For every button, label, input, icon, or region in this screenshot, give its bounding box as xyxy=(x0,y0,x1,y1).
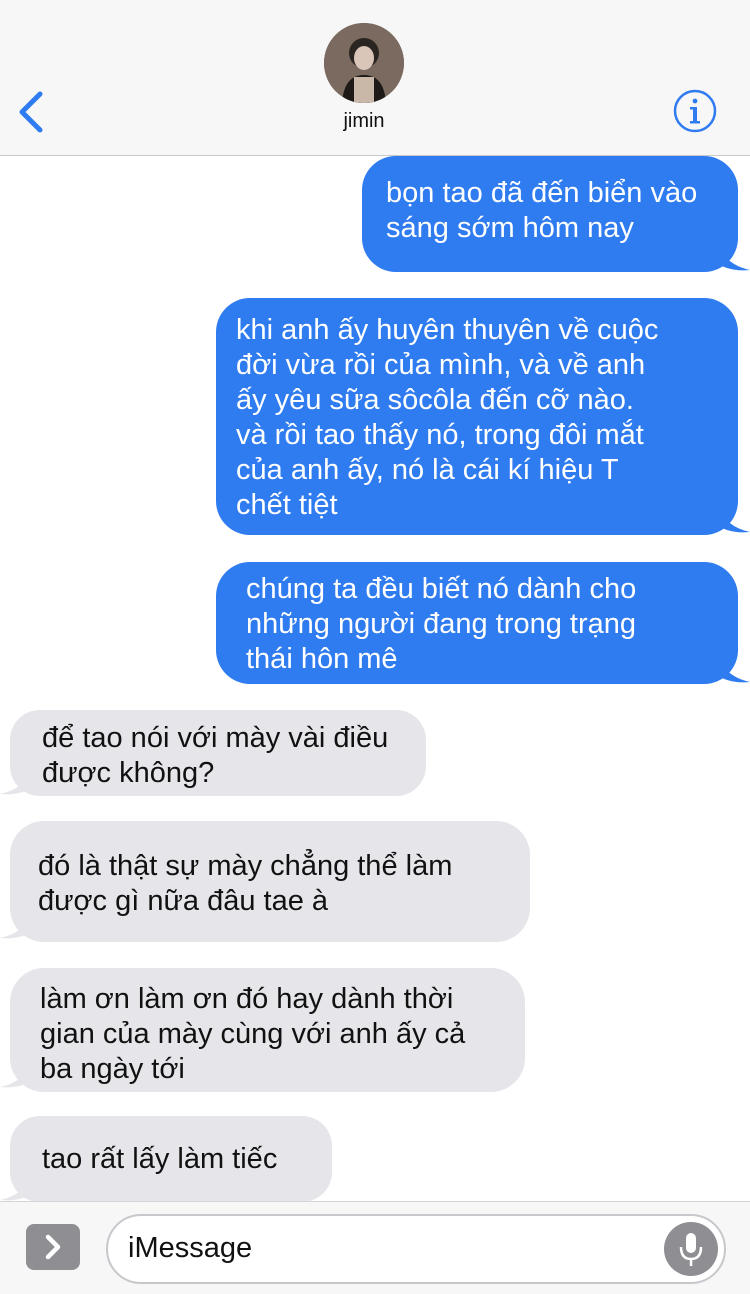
microphone-icon xyxy=(679,1233,703,1266)
message-text: để tao nói với mày vài điều được không? xyxy=(42,722,389,789)
chevron-right-icon xyxy=(45,1234,61,1260)
info-icon[interactable] xyxy=(672,88,718,134)
message-bubble[interactable]: bọn tao đã đến biển vào sáng sớm hôm nay xyxy=(362,156,738,272)
message-input[interactable]: iMessage xyxy=(106,1214,726,1284)
message-text: làm ơn làm ơn đó hay dành thời gian của … xyxy=(40,983,466,1085)
message-bubble[interactable]: làm ơn làm ơn đó hay dành thời gian của … xyxy=(10,968,525,1092)
message-bubble[interactable]: để tao nói với mày vài điều được không? xyxy=(10,710,426,796)
message-composer: iMessage xyxy=(0,1201,750,1294)
chevron-left-icon[interactable] xyxy=(12,88,52,136)
microphone-button[interactable] xyxy=(664,1222,718,1276)
contact-name[interactable]: jimin xyxy=(300,110,428,133)
message-bubble[interactable]: khi anh ấy huyên thuyên về cuộc đời vừa … xyxy=(216,298,738,535)
message-bubble[interactable]: đó là thật sự mày chẳng thể làm được gì … xyxy=(10,821,530,942)
conversation-header: jimin xyxy=(0,0,750,156)
message-text: đó là thật sự mày chẳng thể làm được gì … xyxy=(38,850,453,917)
avatar[interactable] xyxy=(324,23,404,103)
message-bubble[interactable]: chúng ta đều biết nó dành cho những ngườ… xyxy=(216,562,738,684)
message-bubble[interactable]: tao rất lấy làm tiếc xyxy=(10,1116,332,1202)
message-input-placeholder: iMessage xyxy=(128,1232,253,1264)
message-text: khi anh ấy huyên thuyên về cuộc đời vừa … xyxy=(236,314,659,521)
message-text: chúng ta đều biết nó dành cho những ngườ… xyxy=(246,573,637,675)
apps-button[interactable] xyxy=(26,1224,80,1270)
message-text: tao rất lấy làm tiếc xyxy=(42,1143,278,1175)
message-text: bọn tao đã đến biển vào sáng sớm hôm nay xyxy=(386,177,698,244)
